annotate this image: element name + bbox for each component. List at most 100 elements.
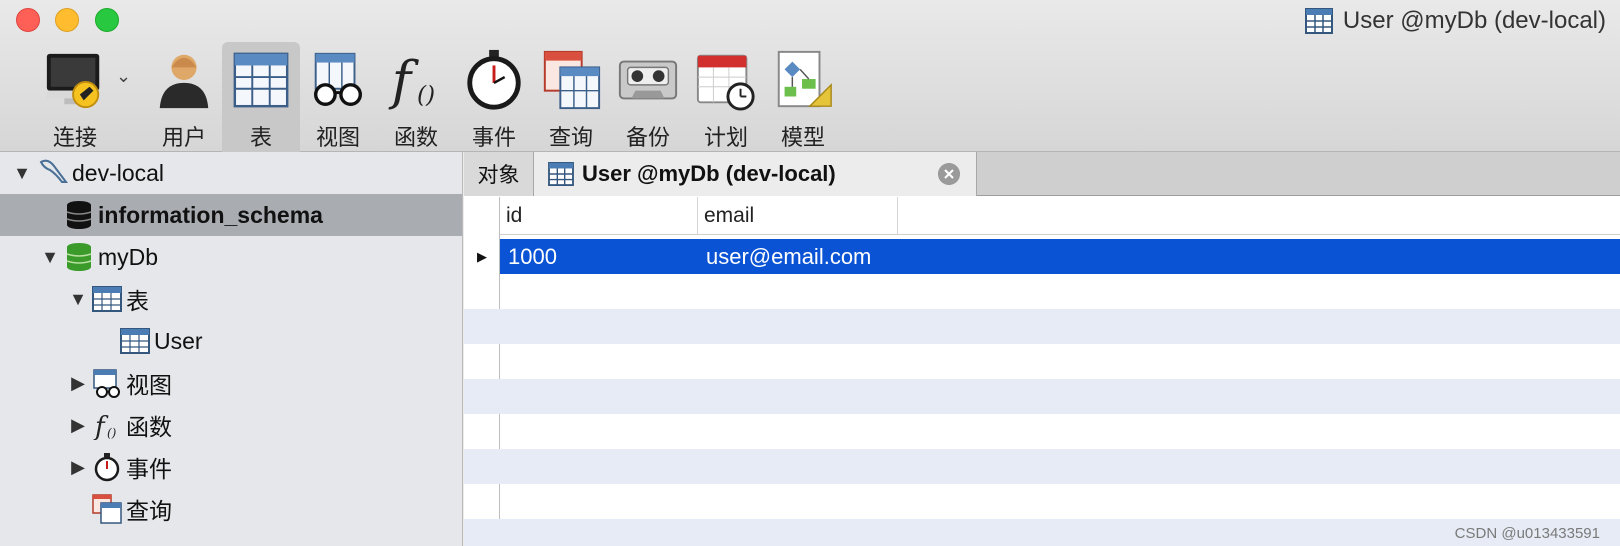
toolbar-event-button[interactable]: 事件: [455, 42, 533, 152]
empty-row: [500, 449, 1620, 484]
chevron-down-icon[interactable]: ⌄: [116, 66, 131, 87]
table-icon: [1304, 8, 1333, 34]
event-icon: [94, 453, 120, 482]
empty-row: [500, 274, 1620, 309]
toolbar-event-label: 事件: [471, 125, 516, 150]
disclosure-collapsed-icon[interactable]: ▶: [68, 457, 88, 478]
svg-text:(): (): [107, 426, 117, 440]
tree-item-label: 表: [126, 288, 149, 314]
table-icon: [548, 162, 574, 186]
row-header-column: ▶: [464, 197, 500, 546]
connection-icon: [46, 53, 100, 109]
toolbar-model-label: 模型: [780, 125, 825, 150]
cell-email[interactable]: user@email.com: [698, 239, 998, 274]
mysql-dolphin-icon: [39, 159, 68, 183]
tree-item-events[interactable]: ▶ 事件: [0, 446, 462, 488]
schedule-icon: [696, 54, 755, 111]
user-icon: [159, 54, 209, 109]
tree-item-label: 事件: [126, 456, 172, 482]
function-icon: f (): [93, 412, 117, 440]
row-header-stripe: [464, 519, 500, 546]
tree-item-tables[interactable]: ▼ 表: [0, 278, 462, 320]
svg-text:f: f: [388, 50, 420, 111]
view-icon: [314, 52, 362, 106]
watermark-text: CSDN @u013433591: [1454, 525, 1600, 542]
column-header-email[interactable]: email: [698, 197, 898, 235]
backup-icon: [618, 60, 678, 100]
current-row-marker-icon: ▶: [477, 248, 487, 264]
toolbar-table-label: 表: [249, 125, 272, 150]
database-icon: [66, 201, 92, 229]
tree-item-label: dev-local: [72, 159, 165, 186]
event-icon: [467, 49, 521, 110]
tree-item-label: 视图: [126, 372, 172, 398]
toolbar-backup-label: 备份: [625, 125, 670, 150]
minimize-window-button[interactable]: [55, 8, 79, 32]
disclosure-collapsed-icon[interactable]: ▶: [68, 373, 88, 394]
tab-bar: 对象 User @myDb (dev-local): [464, 152, 1620, 196]
table-row[interactable]: 1000 user@email.com: [500, 239, 1620, 274]
tree-item-functions[interactable]: ▶ f () 函数: [0, 404, 462, 446]
toolbar-function-button[interactable]: f () 函数: [377, 42, 455, 152]
svg-text:(): (): [417, 81, 435, 108]
row-header-stripe: [464, 449, 500, 484]
tree-item-queries[interactable]: 查询: [0, 488, 462, 530]
column-header-id[interactable]: id: [500, 197, 698, 235]
table-icon: [120, 328, 150, 354]
close-tab-icon[interactable]: [938, 163, 960, 185]
toolbar-schedule-button[interactable]: 计划: [687, 42, 765, 152]
disclosure-expanded-icon[interactable]: ▼: [12, 163, 32, 184]
empty-row: [500, 414, 1620, 449]
close-window-button[interactable]: [16, 8, 40, 32]
tree-item-connection[interactable]: ▼ dev-local: [0, 152, 462, 194]
model-icon: [777, 50, 832, 108]
tree-item-label: 查询: [126, 498, 172, 524]
empty-row: [500, 519, 1620, 546]
query-icon: [92, 494, 122, 524]
tree-item-views[interactable]: ▶ 视图: [0, 362, 462, 404]
tree-item-user-table[interactable]: User: [0, 320, 462, 362]
tree-item-mydb[interactable]: ▼ myDb: [0, 236, 462, 278]
disclosure-expanded-icon[interactable]: ▼: [40, 247, 60, 268]
tree-item-label: information_schema: [98, 201, 323, 228]
empty-row: [500, 484, 1620, 519]
toolbar-query-button[interactable]: 查询: [532, 42, 610, 152]
zoom-window-button[interactable]: [95, 8, 119, 32]
toolbar-function-label: 函数: [393, 125, 438, 150]
tab-objects[interactable]: 对象: [464, 152, 534, 196]
row-header-stripe: [464, 379, 500, 414]
disclosure-expanded-icon[interactable]: ▼: [68, 289, 88, 310]
table-icon: [233, 52, 289, 108]
tree-item-label: User: [154, 327, 203, 354]
toolbar-backup-button[interactable]: 备份: [609, 42, 687, 152]
empty-row: [500, 344, 1620, 379]
tab-label: User @myDb (dev-local): [582, 161, 836, 186]
toolbar-user-button[interactable]: 用户: [145, 42, 223, 152]
window-title: User @myDb (dev-local): [1304, 6, 1606, 36]
database-icon: [66, 243, 92, 271]
cell-id[interactable]: 1000: [500, 239, 698, 274]
data-grid: ▶ id email 1000 user@email.com: [464, 197, 1620, 546]
toolbar-connection-label: 连接: [52, 125, 97, 150]
empty-row: [500, 379, 1620, 414]
toolbar-model-button[interactable]: 模型: [764, 42, 842, 152]
toolbar-table-button[interactable]: 表: [222, 42, 300, 152]
toolbar-connection-button[interactable]: 连接: [36, 42, 114, 152]
object-tree-sidebar: ▼ dev-local information_schema ▼ myDb ▼: [0, 152, 463, 546]
tree-item-label: 函数: [126, 414, 172, 440]
tree-item-information-schema[interactable]: information_schema: [0, 194, 462, 236]
disclosure-collapsed-icon[interactable]: ▶: [68, 415, 88, 436]
empty-row: [500, 309, 1620, 344]
toolbar-user-label: 用户: [161, 125, 206, 150]
toolbar-schedule-label: 计划: [703, 125, 748, 150]
function-icon: f (): [388, 50, 435, 111]
main-panel: 对象 User @myDb (dev-local) ▶ id email 100…: [464, 152, 1620, 546]
grid-header: id email: [500, 197, 1620, 235]
toolbar-view-label: 视图: [315, 125, 360, 150]
table-icon: [92, 286, 122, 312]
window-title-text: User @myDb (dev-local): [1342, 7, 1606, 34]
tab-user-table[interactable]: User @myDb (dev-local): [534, 152, 977, 196]
window-toolbar: User @myDb (dev-local) 连接 ⌄ 用户 表 视图 f ()…: [0, 0, 1620, 152]
toolbar-view-button[interactable]: 视图: [299, 42, 377, 152]
query-icon: [543, 50, 601, 110]
